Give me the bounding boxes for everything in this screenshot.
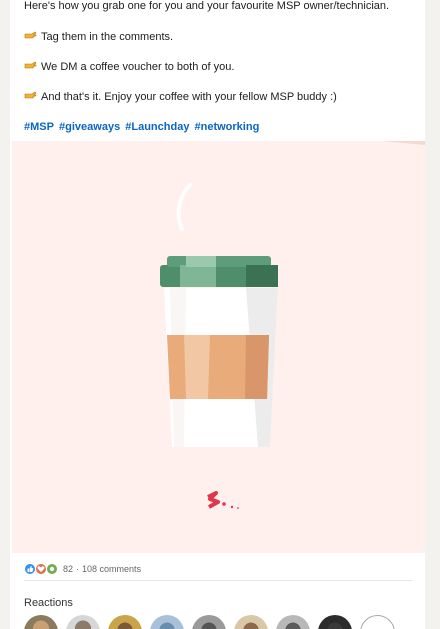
post-step-text: And that's it. Enjoy your coffee with yo…: [41, 91, 337, 103]
post-step: Tag them in the comments.: [24, 30, 173, 44]
avatar[interactable]: [108, 615, 142, 629]
more-reactors-button[interactable]: [360, 615, 395, 629]
separator-dot: ·: [76, 564, 80, 574]
post-intro: Here's how you grab one for you and your…: [24, 0, 390, 12]
reactions-heading: Reactions: [24, 597, 73, 609]
hashtag-link[interactable]: #Launchday: [125, 121, 189, 133]
support-icon: [46, 563, 58, 575]
hashtag-link[interactable]: #networking: [195, 121, 260, 133]
divider: [24, 580, 412, 581]
avatar[interactable]: [234, 615, 268, 629]
post-step-text: We DM a coffee voucher to both of you.: [41, 61, 235, 73]
hashtag-link[interactable]: #giveaways: [59, 121, 120, 133]
avatar[interactable]: [192, 615, 226, 629]
avatar[interactable]: [66, 615, 100, 629]
post-step-text: Tag them in the comments.: [41, 31, 174, 43]
post-step: And that's it. Enjoy your coffee with yo…: [24, 90, 337, 104]
hashtag-link[interactable]: #MSP: [24, 121, 54, 133]
coffee-cup: [160, 256, 278, 447]
comment-count[interactable]: 108 comments: [82, 564, 141, 574]
brand-logo-icon: [207, 491, 239, 509]
post-card: Here's how you grab one for you and your…: [10, 0, 425, 629]
steam-icon: [176, 183, 192, 231]
avatar[interactable]: [24, 615, 58, 629]
pointing-hand-icon: [24, 90, 37, 104]
social-counts-bar: 82 · 108 comments: [24, 563, 141, 575]
avatar[interactable]: [276, 615, 310, 629]
avatar[interactable]: [318, 615, 352, 629]
pointing-hand-icon: [24, 30, 37, 44]
coffee-cup-illustration: [160, 141, 425, 509]
hashtag-list: #MSP #giveaways #Launchday #networking: [24, 120, 261, 134]
post-step: We DM a coffee voucher to both of you.: [24, 60, 234, 74]
paper-corner-decoration: [382, 141, 425, 145]
post-media-image[interactable]: [12, 141, 425, 553]
pointing-hand-icon: [24, 60, 37, 74]
reaction-count[interactable]: 82: [63, 564, 73, 574]
avatar[interactable]: [150, 615, 184, 629]
